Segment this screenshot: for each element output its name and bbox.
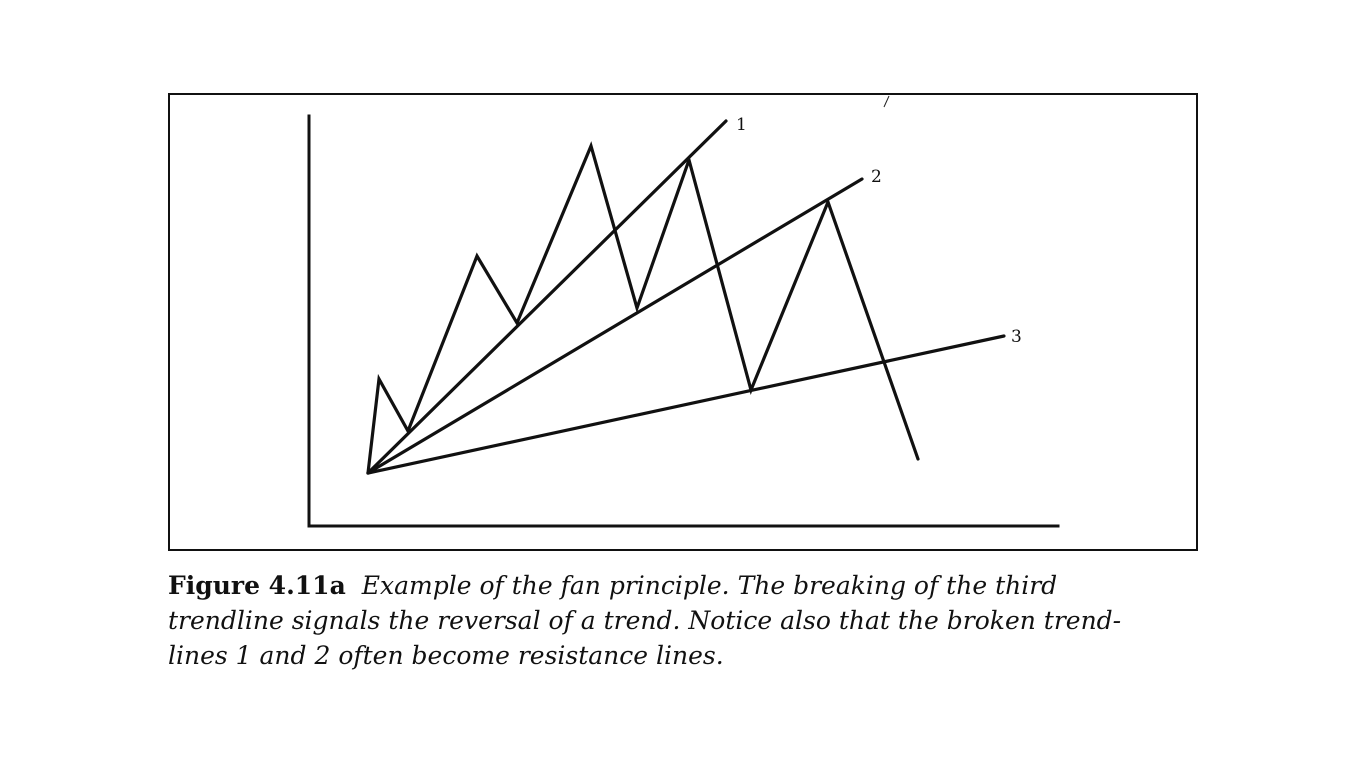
trendline-2 xyxy=(366,177,864,475)
trendline-2-label: 2 xyxy=(871,167,882,187)
fan-principle-diagram: 1 2 3 xyxy=(168,90,1198,551)
figure-number: Figure 4.11a xyxy=(168,571,346,600)
figure-caption: Figure 4.11a Example of the fan principle… xyxy=(168,568,1168,673)
trendline-3 xyxy=(366,334,1006,475)
caption-text-1: Example of the fan principle. The breaki… xyxy=(361,571,1058,600)
caption-line-3: lines 1 and 2 often become resistance li… xyxy=(168,641,724,670)
trendline-3-label: 3 xyxy=(1011,327,1022,347)
scan-mark xyxy=(883,95,890,108)
caption-line-1: Figure 4.11a Example of the fan principle… xyxy=(168,568,1168,603)
trendline-1-label: 1 xyxy=(736,115,747,135)
caption-line-2: trendline signals the reversal of a tren… xyxy=(168,606,1122,635)
page: 1 2 3 Figure 4.11a Example of the fan pri… xyxy=(0,0,1366,768)
trendline-1 xyxy=(366,119,728,475)
diagram-svg: 1 2 3 xyxy=(168,93,1198,551)
